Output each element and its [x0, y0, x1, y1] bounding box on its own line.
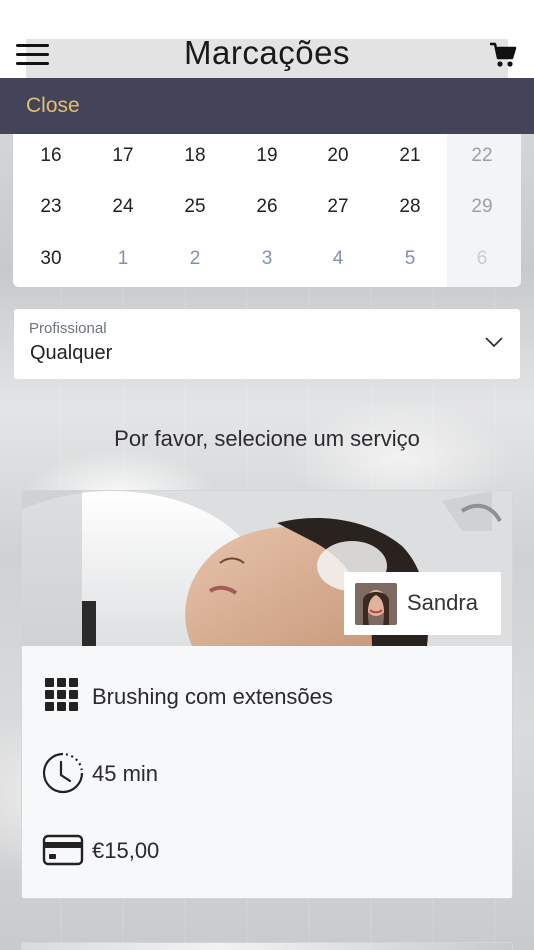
service-price-row: €15,00 [22, 829, 512, 873]
calendar-day[interactable]: 3 [237, 237, 297, 281]
service-card[interactable]: Sandra Brushing com extensões 45 min €15… [21, 490, 513, 899]
calendar-day[interactable]: 18 [165, 134, 225, 178]
service-prompt: Por favor, selecione um serviço [114, 426, 420, 451]
calendar-day[interactable]: 30 [21, 237, 81, 281]
close-bar [0, 78, 534, 134]
calendar-day[interactable]: 20 [308, 134, 368, 178]
calendar-day[interactable]: 21 [380, 134, 440, 178]
service-duration: 45 min [92, 761, 159, 786]
calendar-day[interactable]: 1 [93, 237, 153, 281]
calendar-day[interactable]: 19 [237, 134, 297, 178]
calendar-day[interactable]: 23 [21, 185, 81, 229]
clock-icon [42, 752, 84, 794]
close-button[interactable]: Close [26, 94, 80, 118]
service-name-row: Brushing com extensões [22, 675, 512, 719]
page-title: Marcações [184, 34, 350, 71]
shopping-cart-icon[interactable] [488, 40, 518, 70]
professional-value: Qualquer [30, 342, 113, 364]
calendar-day[interactable]: 27 [308, 185, 368, 229]
calendar-day[interactable]: 16 [21, 134, 81, 178]
credit-card-icon [42, 834, 84, 866]
staff-avatar [355, 583, 397, 625]
date-calendar: 16 17 18 19 20 21 22 23 24 25 26 27 28 29 30 1 2 3 4 5 6 [13, 134, 521, 287]
staff-badge: Sandra [344, 572, 501, 635]
calendar-day[interactable]: 24 [93, 185, 153, 229]
professional-select[interactable]: Profissional Qualquer [14, 309, 520, 379]
service-duration-row: 45 min [22, 752, 512, 796]
calendar-week-row: 16 17 18 19 20 21 22 [13, 134, 521, 186]
calendar-week-row: 30 1 2 3 4 5 6 [13, 237, 521, 287]
professional-label: Profissional [29, 320, 107, 337]
calendar-day[interactable]: 25 [165, 185, 225, 229]
calendar-day[interactable]: 2 [165, 237, 225, 281]
service-name: Brushing com extensões [92, 684, 333, 709]
grid-icon [45, 678, 78, 711]
calendar-day[interactable]: 28 [380, 185, 440, 229]
service-photo: Sandra [22, 491, 512, 646]
service-price: €15,00 [92, 838, 160, 863]
chevron-down-icon [485, 337, 503, 348]
calendar-day: 6 [476, 248, 488, 269]
calendar-day[interactable]: 29 [452, 185, 512, 229]
app-header: Marcações [0, 0, 534, 78]
calendar-day[interactable]: 26 [237, 185, 297, 229]
calendar-day[interactable]: 5 [380, 237, 440, 281]
next-service-card[interactable] [21, 942, 513, 950]
staff-name: Sandra [407, 590, 478, 615]
calendar-day[interactable]: 17 [93, 134, 153, 178]
calendar-week-row: 23 24 25 26 27 28 29 [13, 185, 521, 237]
calendar-day[interactable]: 4 [308, 237, 368, 281]
calendar-day[interactable]: 22 [452, 134, 512, 178]
